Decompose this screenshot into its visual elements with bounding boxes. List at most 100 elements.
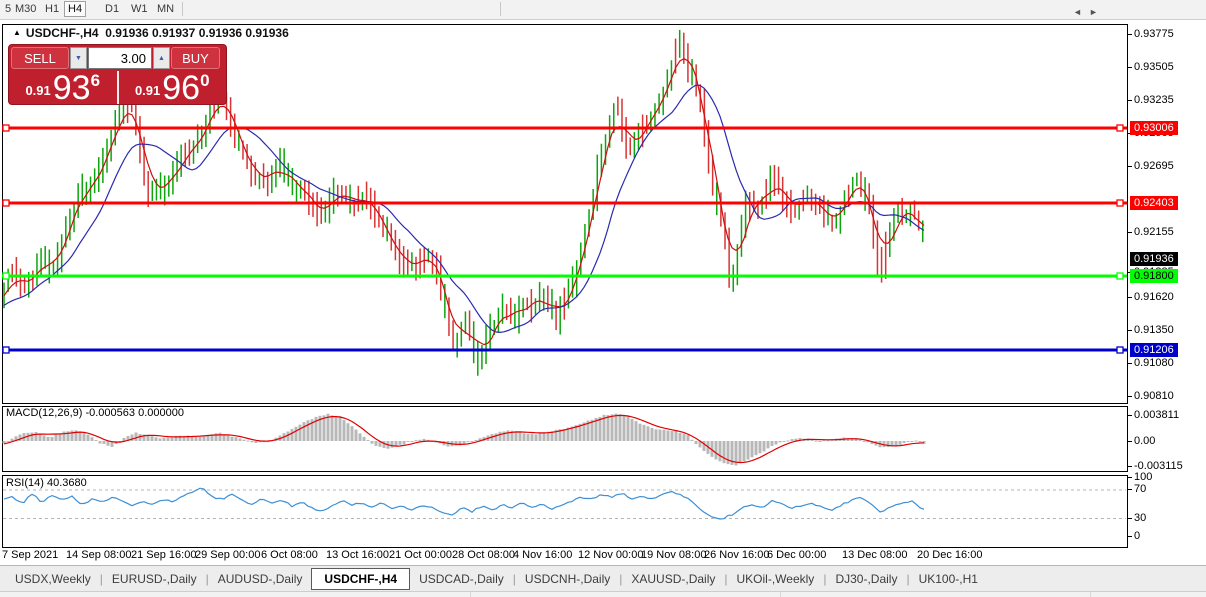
hline-handle[interactable] (3, 347, 9, 353)
time-tick-label: 13 Dec 08:00 (842, 549, 907, 561)
buy-button[interactable]: BUY (171, 47, 220, 69)
time-tick-label: 6 Dec 00:00 (767, 549, 826, 561)
macd-histogram-bar (235, 437, 238, 441)
macd-histogram-bar (159, 438, 162, 441)
tab-eurusd-daily[interactable]: EURUSD-,Daily (103, 568, 206, 590)
hline-handle[interactable] (1117, 273, 1123, 279)
macd-histogram-bar (343, 420, 346, 441)
macd-histogram-bar (859, 440, 862, 441)
macd-histogram-bar (719, 441, 722, 461)
macd-histogram-bar (31, 433, 34, 441)
price-tick-label: 0.91080 (1134, 357, 1204, 369)
macd-histogram-bar (107, 441, 110, 446)
timeframe-button-m30[interactable]: M30 (12, 2, 39, 16)
tab-audusd-daily[interactable]: AUDUSD-,Daily (209, 568, 312, 590)
hline-handle[interactable] (3, 273, 9, 279)
macd-histogram-bar (471, 441, 474, 442)
macd-histogram-bar (363, 437, 366, 441)
tab-xauusd-daily[interactable]: XAUUSD-,Daily (622, 568, 724, 590)
macd-histogram-bar (611, 414, 614, 441)
timeframe-button-h1[interactable]: H1 (42, 2, 62, 16)
timeframe-button-h4[interactable]: H4 (64, 1, 86, 17)
price-tick-label: 0.00 (1134, 435, 1204, 447)
price-tick-label: 0.003811 (1134, 409, 1204, 421)
macd-histogram-bar (351, 426, 354, 441)
macd-histogram-bar (203, 436, 206, 441)
macd-histogram-bar (227, 436, 230, 441)
ma-slow-line (4, 85, 924, 332)
tab-dj30-daily[interactable]: DJ30-,Daily (826, 568, 906, 590)
macd-histogram-bar (523, 433, 526, 441)
time-tick-label: 14 Sep 08:00 (66, 549, 131, 561)
tabs-scroll-right-icon[interactable]: ► (1089, 7, 1098, 17)
timeframe-button-mn[interactable]: MN (154, 2, 177, 16)
macd-histogram-bar (303, 422, 306, 441)
tab-usdcad-daily[interactable]: USDCAD-,Daily (410, 568, 513, 590)
collapse-triangle-icon[interactable]: ▲ (13, 28, 21, 37)
price-tick-label: 30 (1134, 512, 1204, 524)
sell-price-panel[interactable]: 0.91 93 6 (9, 71, 117, 104)
volume-input[interactable] (88, 47, 152, 69)
macd-histogram-bar (531, 434, 534, 441)
macd-histogram-bar (543, 432, 546, 441)
macd-histogram-bar (887, 441, 890, 447)
price-tick-label: 0.92155 (1134, 226, 1204, 238)
time-tick-label: 29 Sep 00:00 (195, 549, 260, 561)
macd-histogram-bar (155, 437, 158, 441)
sell-button[interactable]: SELL (11, 47, 69, 69)
status-separator (1090, 592, 1091, 597)
macd-histogram-bar (643, 425, 646, 441)
hline-handle[interactable] (1117, 125, 1123, 131)
time-tick-label: 13 Oct 16:00 (326, 549, 389, 561)
buy-price-sup: 0 (200, 71, 209, 91)
macd-histogram-bar (403, 441, 406, 444)
tabs-scroll-left-icon[interactable]: ◄ (1073, 7, 1082, 17)
tab-usdchf-h4[interactable]: USDCHF-,H4 (311, 568, 410, 590)
timeframe-button-w1[interactable]: W1 (128, 2, 151, 16)
tab-usdcnh-daily[interactable]: USDCNH-,Daily (516, 568, 619, 590)
down-arrow-icon: ▼ (75, 55, 82, 62)
macd-histogram-bar (647, 426, 650, 441)
time-tick-label: 7 Sep 2021 (2, 549, 58, 561)
price-marker-label: 0.92403 (1130, 196, 1178, 210)
macd-histogram-bar (151, 436, 154, 441)
chart-symbol-title: USDCHF-,H4 (26, 26, 99, 40)
macd-histogram-bar (359, 433, 362, 441)
tab-usdx-weekly[interactable]: USDX,Weekly (6, 568, 100, 590)
macd-histogram-bar (103, 441, 106, 444)
hline-handle[interactable] (1117, 200, 1123, 206)
macd-histogram-bar (251, 441, 254, 442)
time-tick-label: 21 Sep 16:00 (131, 549, 196, 561)
hline-handle[interactable] (3, 200, 9, 206)
tab-uk100-h1[interactable]: UK100-,H1 (910, 568, 987, 590)
macd-signal-line (4, 415, 924, 462)
hline-handle[interactable] (3, 125, 9, 131)
macd-histogram-bar (383, 441, 386, 448)
price-tick-label: 100 (1134, 471, 1204, 483)
macd-histogram-bar (747, 441, 750, 460)
timeframe-toolbar: 5M30H1H4D1W1MN (0, 0, 1206, 20)
macd-histogram-bar (787, 440, 790, 441)
macd-histogram-bar (655, 429, 658, 441)
macd-histogram-bar (239, 438, 242, 441)
timeframe-button-d1[interactable]: D1 (102, 2, 122, 16)
macd-histogram-bar (243, 440, 246, 441)
hline-handle[interactable] (1117, 347, 1123, 353)
macd-histogram-bar (827, 440, 830, 441)
macd-histogram-bar (751, 441, 754, 457)
trading-terminal: 5M30H1H4D1W1MN ▲USDCHF-,H4 0.91936 0.919… (0, 0, 1206, 597)
macd-histogram-bar (323, 415, 326, 441)
macd-histogram-bar (335, 416, 338, 441)
macd-histogram-bar (863, 441, 866, 442)
price-tick-label: 0.90810 (1134, 390, 1204, 402)
volume-decrease-button[interactable]: ▼ (70, 47, 87, 69)
price-tick-label: 0.91350 (1134, 324, 1204, 336)
macd-histogram-bar (623, 416, 626, 441)
macd-histogram-bar (163, 438, 166, 441)
macd-histogram-bar (899, 441, 902, 445)
tab-ukoil-weekly[interactable]: UKOil-,Weekly (728, 568, 824, 590)
macd-histogram-bar (339, 416, 342, 441)
buy-price-panel[interactable]: 0.91 96 0 (119, 71, 227, 104)
price-tick-label: 0.93235 (1134, 94, 1204, 106)
volume-increase-button[interactable]: ▲ (153, 47, 170, 69)
